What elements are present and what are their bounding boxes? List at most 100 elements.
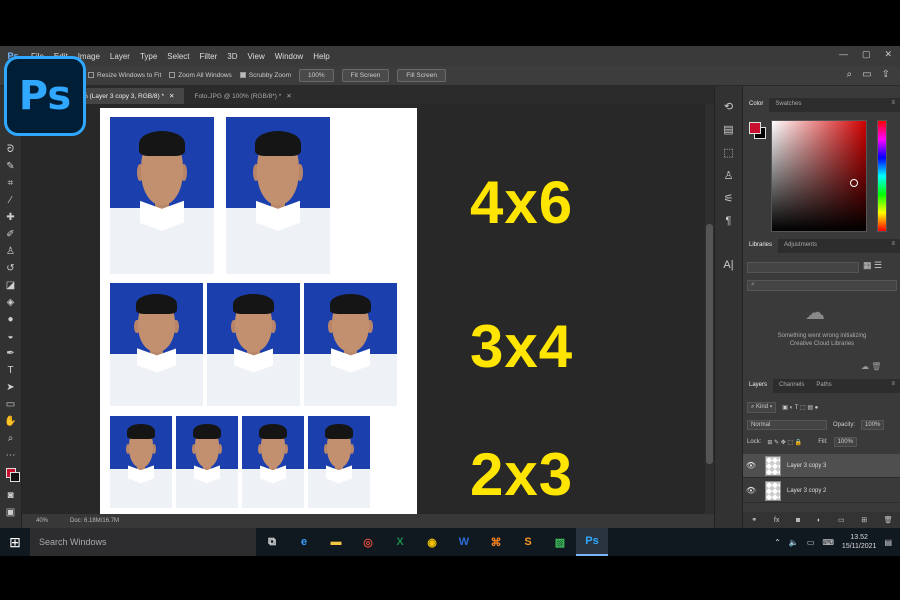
properties-panel-icon[interactable]: ▤ xyxy=(723,123,733,136)
eyedropper-tool-icon[interactable]: ⁄ xyxy=(3,193,19,207)
menu-filter[interactable]: Filter xyxy=(195,52,223,61)
new-group-icon[interactable]: ▭ xyxy=(838,516,845,524)
chrome-icon[interactable]: ◉ xyxy=(416,528,448,556)
visibility-eye-icon[interactable]: 👁 xyxy=(743,486,759,495)
panel-menu-icon[interactable]: ≡ xyxy=(885,239,900,253)
resize-windows-checkbox[interactable]: Resize Windows to Fit xyxy=(88,72,161,79)
zoom-all-checkbox[interactable]: Zoom All Windows xyxy=(169,72,232,79)
close-tab-icon[interactable]: ✕ xyxy=(169,93,174,100)
xampp-icon[interactable]: ⌘ xyxy=(480,528,512,556)
filter-icons[interactable]: ▣ ◐ T ⬚ ▤ ● xyxy=(782,404,818,411)
paragraph-panel-icon[interactable]: ¶ xyxy=(726,215,732,227)
search-icon[interactable]: ⌕ xyxy=(847,69,853,80)
notification-icon[interactable]: ▤ xyxy=(884,538,892,547)
visibility-eye-icon[interactable]: 👁 xyxy=(743,461,759,470)
vertical-scrollbar[interactable] xyxy=(705,104,714,514)
menu-3d[interactable]: 3D xyxy=(222,52,242,61)
lasso-tool-icon[interactable]: ᘐ xyxy=(3,142,19,156)
clone-stamp-icon[interactable]: ♙ xyxy=(3,244,19,258)
close-button[interactable]: ✕ xyxy=(884,49,892,60)
windows-start-icon[interactable]: ⊞ xyxy=(0,534,30,551)
brush-settings-icon[interactable]: ⚟ xyxy=(724,192,734,205)
taskbar-search-input[interactable]: Search Windows xyxy=(30,528,256,556)
zoom-tool-icon[interactable]: ⌕ xyxy=(3,431,19,445)
tab-paths[interactable]: Paths xyxy=(810,379,837,393)
volume-icon[interactable]: 🔈 xyxy=(789,538,799,547)
blend-mode-dropdown[interactable]: Normal xyxy=(747,420,827,430)
scrollbar-thumb[interactable] xyxy=(706,224,713,464)
minimize-button[interactable]: — xyxy=(839,49,848,60)
background-color-swatch[interactable] xyxy=(9,472,20,482)
scrubby-zoom-checkbox[interactable]: Scrubby Zoom xyxy=(239,72,291,79)
grid-view-icon[interactable]: ▦ ☰ xyxy=(863,260,882,271)
layer-row[interactable]: 👁 Layer 3 copy 2 xyxy=(743,479,900,503)
share-icon[interactable]: ⇪ xyxy=(882,69,890,80)
pen-tool-icon[interactable]: ✒ xyxy=(3,346,19,360)
fill-field[interactable]: 100% xyxy=(833,437,857,447)
quick-select-tool-icon[interactable]: ✎ xyxy=(3,159,19,173)
hand-tool-icon[interactable]: ✋ xyxy=(3,414,19,428)
workspace-icon[interactable]: ▭ xyxy=(862,69,871,80)
brush-tool-icon[interactable]: ✐ xyxy=(3,227,19,241)
type-tool-icon[interactable]: T xyxy=(3,363,19,377)
excel-icon[interactable]: X xyxy=(384,528,416,556)
fx-icon[interactable]: fx xyxy=(774,517,779,524)
library-search-input[interactable]: ⌕ xyxy=(747,280,897,291)
rectangle-tool-icon[interactable]: ▭ xyxy=(3,397,19,411)
path-select-icon[interactable]: ➤ xyxy=(3,380,19,394)
close-tab-icon[interactable]: ✕ xyxy=(286,93,291,100)
layer-row[interactable]: 👁 Layer 3 copy 3 xyxy=(743,454,900,478)
tab-libraries[interactable]: Libraries xyxy=(743,239,779,253)
history-brush-icon[interactable]: ↺ xyxy=(3,261,19,275)
tab-swatches[interactable]: Swatches xyxy=(769,98,807,112)
library-footer-icons[interactable]: ☁ 🗑 xyxy=(861,362,881,371)
tab-layers[interactable]: Layers xyxy=(743,379,774,393)
maximize-button[interactable]: ▢ xyxy=(862,49,871,60)
new-layer-icon[interactable]: ⊞ xyxy=(861,516,867,524)
color-panel-foreground[interactable] xyxy=(749,122,761,134)
doc-tab-foto[interactable]: Foto.JPG @ 100% (RGB/8*) * ✕ xyxy=(184,88,302,104)
link-layers-icon[interactable]: ⚭ xyxy=(751,516,757,524)
menu-select[interactable]: Select xyxy=(162,52,194,61)
healing-brush-icon[interactable]: ✚ xyxy=(3,210,19,224)
screen-mode-icon[interactable]: ▣ xyxy=(3,505,19,519)
tray-chevron-icon[interactable]: ⌃ xyxy=(774,538,781,547)
color-picker-ring[interactable] xyxy=(850,179,858,187)
crop-tool-icon[interactable]: ⌗ xyxy=(3,176,19,190)
panel-menu-icon[interactable]: ≡ xyxy=(885,379,900,393)
task-view-icon[interactable]: ⧉ xyxy=(256,528,288,556)
panel-menu-icon[interactable]: ≡ xyxy=(885,98,900,112)
network-icon[interactable]: ▭ xyxy=(807,538,815,547)
history-panel-icon[interactable]: ⟲ xyxy=(724,100,733,113)
character-panel-icon[interactable]: A| xyxy=(723,259,733,271)
zoom-100-button[interactable]: 100% xyxy=(299,69,334,82)
kind-filter-dropdown[interactable]: ⌕ Kind ▾ xyxy=(747,401,777,413)
fill-screen-button[interactable]: Fill Screen xyxy=(397,69,447,82)
tab-channels[interactable]: Channels xyxy=(773,379,810,393)
tab-color[interactable]: Color xyxy=(743,98,770,112)
blur-tool-icon[interactable]: ● xyxy=(3,312,19,326)
input-icon[interactable]: ⌨ xyxy=(822,538,834,547)
opacity-field[interactable]: 100% xyxy=(861,420,885,430)
color-swatches[interactable] xyxy=(3,465,20,485)
menu-layer[interactable]: Layer xyxy=(105,52,135,61)
edge-icon[interactable]: e xyxy=(288,528,320,556)
fit-screen-button[interactable]: Fit Screen xyxy=(341,69,390,82)
color-picker-field[interactable] xyxy=(771,120,867,232)
add-mask-icon[interactable]: ◙ xyxy=(796,517,800,524)
library-dropdown[interactable] xyxy=(747,262,859,273)
delete-layer-icon[interactable]: 🗑 xyxy=(884,516,893,524)
sublime-icon[interactable]: S xyxy=(512,528,544,556)
camtasia-icon[interactable]: ▨ xyxy=(544,528,576,556)
more-tools-icon[interactable]: ⋯ xyxy=(3,448,19,462)
taskbar-clock[interactable]: 13.52 15/11/2021 xyxy=(842,533,877,551)
zoom-level[interactable]: 40% xyxy=(36,518,48,524)
menu-help[interactable]: Help xyxy=(308,52,334,61)
clone-source-icon[interactable]: ♙ xyxy=(724,169,734,182)
quick-mask-icon[interactable]: ◙ xyxy=(3,488,19,502)
photoshop-taskbar-icon[interactable]: Ps xyxy=(576,528,608,556)
chrome-alt-icon[interactable]: ◎ xyxy=(352,528,384,556)
menu-view[interactable]: View xyxy=(243,52,270,61)
paths-panel-icon[interactable]: ⬚ xyxy=(723,146,733,159)
menu-window[interactable]: Window xyxy=(270,52,308,61)
